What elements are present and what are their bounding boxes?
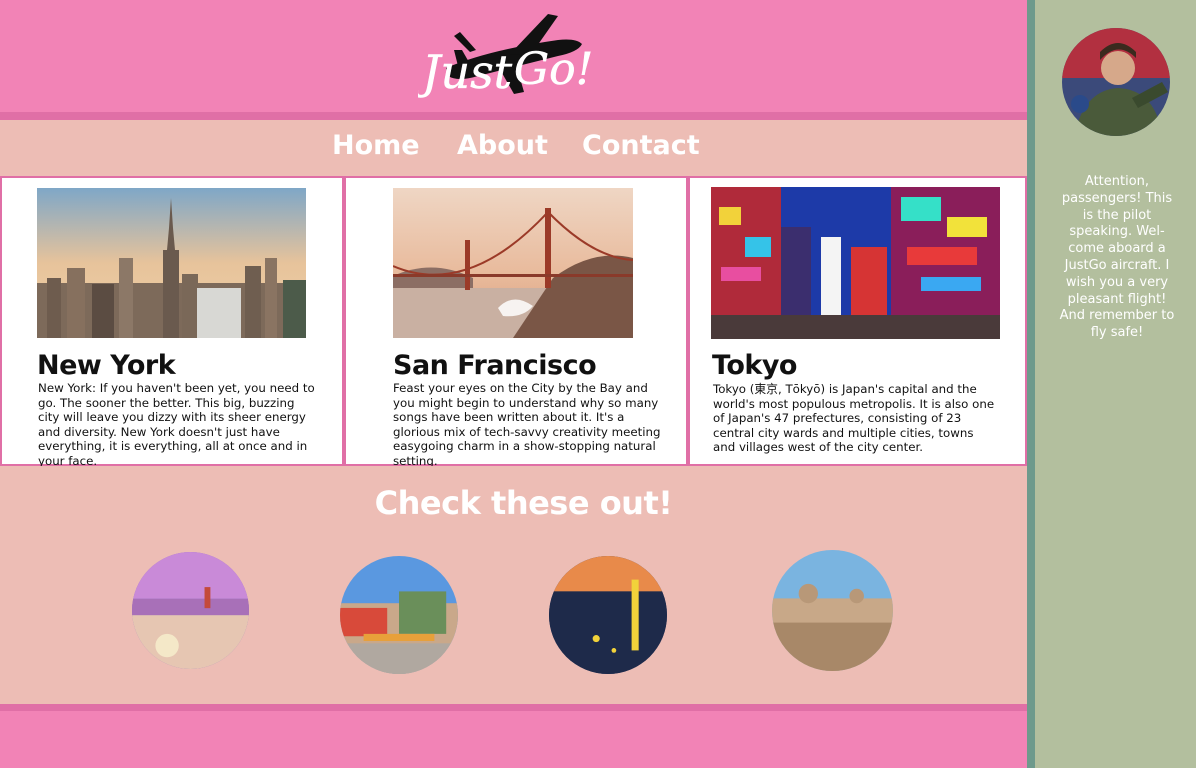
logo-text-left: Just — [418, 45, 513, 99]
explore-title: Check these out! — [374, 484, 673, 522]
card-title: Tokyo — [712, 350, 798, 381]
nav-about-link[interactable]: About — [457, 130, 548, 161]
justgo-logo[interactable]: Just Go! — [414, 10, 598, 102]
card-san-francisco: San Francisco Feast your eyes on the Cit… — [346, 178, 686, 468]
pilot-message: Attention, passengers! This is the pilot… — [1059, 174, 1175, 341]
destination-thumbnail[interactable] — [340, 556, 458, 674]
card-description: Tokyo (東京, Tōkyō) is Japan's capital and… — [713, 382, 995, 454]
main-nav: Home About Contact — [0, 120, 1027, 176]
destination-cards: New York New York: If you haven't been y… — [0, 176, 1027, 468]
card-new-york: New York New York: If you haven't been y… — [2, 178, 342, 468]
sidebar-border — [1027, 0, 1035, 768]
new-york-photo — [37, 188, 306, 338]
explore-section: Check these out! — [0, 466, 1027, 704]
tokyo-photo — [711, 187, 1000, 339]
nav-contact-link[interactable]: Contact — [582, 130, 700, 161]
card-title: New York — [37, 350, 176, 381]
footer — [0, 711, 1027, 768]
main-column: Just Go! Home About Contact New York New… — [0, 0, 1027, 768]
logo-text-right: Go! — [514, 44, 593, 95]
footer-divider — [0, 704, 1027, 711]
card-description: New York: If you haven't been yet, you n… — [38, 381, 315, 468]
destination-thumbnail[interactable] — [132, 552, 249, 669]
header: Just Go! — [0, 0, 1027, 112]
card-tokyo: Tokyo Tokyo (東京, Tōkyō) is Japan's capit… — [690, 178, 1025, 464]
san-francisco-photo — [393, 188, 633, 338]
nav-home-link[interactable]: Home — [332, 130, 420, 161]
card-description: Feast your eyes on the City by the Bay a… — [393, 381, 661, 468]
destination-thumbnail[interactable] — [772, 550, 893, 671]
header-divider — [0, 112, 1027, 120]
destination-thumbnail[interactable] — [549, 556, 667, 674]
pilot-sidebar: Attention, passengers! This is the pilot… — [1035, 0, 1196, 768]
card-title: San Francisco — [393, 350, 597, 381]
pilot-avatar — [1062, 28, 1170, 136]
